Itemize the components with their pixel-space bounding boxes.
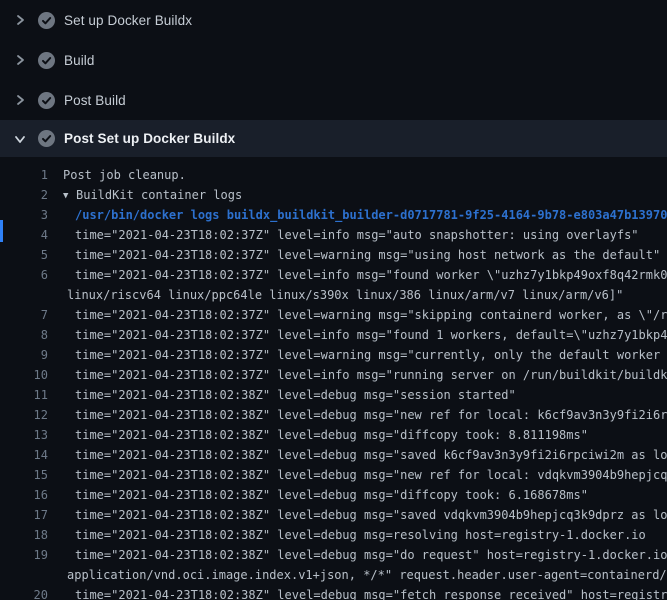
step-row[interactable]: Post Build <box>0 80 667 120</box>
line-text: time="2021-04-23T18:02:37Z" level=warnin… <box>48 345 667 365</box>
log-line: 19 time="2021-04-23T18:02:38Z" level=deb… <box>0 545 667 565</box>
line-text: time="2021-04-23T18:02:38Z" level=debug … <box>48 385 516 405</box>
line-number[interactable]: 10 <box>0 365 48 385</box>
line-number[interactable]: 8 <box>0 325 48 345</box>
check-circle-icon <box>38 130 55 147</box>
log-line: 10 time="2021-04-23T18:02:37Z" level=inf… <box>0 365 667 385</box>
log-line: 15 time="2021-04-23T18:02:38Z" level=deb… <box>0 465 667 485</box>
step-row[interactable]: Set up Docker Buildx <box>0 0 667 40</box>
log-line: 5 time="2021-04-23T18:02:37Z" level=warn… <box>0 245 667 265</box>
steps-list: Set up Docker Buildx Build Post Build <box>0 0 667 157</box>
line-number[interactable]: 5 <box>0 245 48 265</box>
line-text: ▼BuildKit container logs <box>48 185 242 206</box>
step-row[interactable]: Post Set up Docker Buildx <box>0 120 667 157</box>
chevron-down-icon <box>14 133 26 145</box>
line-text: time="2021-04-23T18:02:37Z" level=info m… <box>48 225 639 245</box>
check-circle-icon <box>38 12 55 29</box>
line-number[interactable]: 2 <box>0 185 48 205</box>
log-line: 13 time="2021-04-23T18:02:38Z" level=deb… <box>0 425 667 445</box>
left-edge-indicator <box>0 220 3 242</box>
line-text: time="2021-04-23T18:02:38Z" level=debug … <box>48 545 667 565</box>
group-label[interactable]: BuildKit container logs <box>76 188 242 202</box>
line-text: time="2021-04-23T18:02:38Z" level=debug … <box>48 445 667 465</box>
line-text: time="2021-04-23T18:02:37Z" level=info m… <box>48 265 667 285</box>
log-line: 18 time="2021-04-23T18:02:38Z" level=deb… <box>0 525 667 545</box>
log-line: 3 /usr/bin/docker logs buildx_buildkit_b… <box>0 205 667 225</box>
line-number[interactable]: 15 <box>0 465 48 485</box>
line-text: time="2021-04-23T18:02:37Z" level=warnin… <box>48 245 660 265</box>
step-title: Post Build <box>64 93 126 108</box>
log-line: application/vnd.oci.image.index.v1+json,… <box>0 565 667 585</box>
line-text: /usr/bin/docker logs buildx_buildkit_bui… <box>48 205 667 225</box>
log-line: 9 time="2021-04-23T18:02:37Z" level=warn… <box>0 345 667 365</box>
group-toggle-icon[interactable]: ▼ <box>63 186 76 206</box>
log-line: 11 time="2021-04-23T18:02:38Z" level=deb… <box>0 385 667 405</box>
log-line: 20 time="2021-04-23T18:02:38Z" level=deb… <box>0 585 667 600</box>
actions-log-viewer: Set up Docker Buildx Build Post Build <box>0 0 667 600</box>
line-number[interactable]: 13 <box>0 425 48 445</box>
log-line: linux/riscv64 linux/ppc64le linux/s390x … <box>0 285 667 305</box>
step-row[interactable]: Build <box>0 40 667 80</box>
chevron-right-icon <box>14 14 26 26</box>
line-number[interactable]: 9 <box>0 345 48 365</box>
line-number[interactable]: 18 <box>0 525 48 545</box>
step-title: Build <box>64 53 95 68</box>
line-number[interactable]: 11 <box>0 385 48 405</box>
log-line: 7 time="2021-04-23T18:02:37Z" level=warn… <box>0 305 667 325</box>
line-text: application/vnd.oci.image.index.v1+json,… <box>48 565 667 585</box>
log-line: 2 ▼BuildKit container logs <box>0 185 667 205</box>
log-line: 17 time="2021-04-23T18:02:38Z" level=deb… <box>0 505 667 525</box>
line-number[interactable]: 7 <box>0 305 48 325</box>
line-text: Post job cleanup. <box>48 165 186 185</box>
line-number[interactable]: 4 <box>0 225 48 245</box>
log-line: 4 time="2021-04-23T18:02:37Z" level=info… <box>0 225 667 245</box>
line-text: time="2021-04-23T18:02:38Z" level=debug … <box>48 405 667 425</box>
line-number[interactable]: 14 <box>0 445 48 465</box>
line-number[interactable]: 1 <box>0 165 48 185</box>
line-number[interactable]: 12 <box>0 405 48 425</box>
line-text: time="2021-04-23T18:02:37Z" level=warnin… <box>48 305 667 325</box>
chevron-right-icon <box>14 94 26 106</box>
log-area: 1 Post job cleanup. 2 ▼BuildKit containe… <box>0 157 667 600</box>
line-text: linux/riscv64 linux/ppc64le linux/s390x … <box>48 285 623 305</box>
line-number[interactable]: 6 <box>0 265 48 285</box>
line-number[interactable]: 16 <box>0 485 48 505</box>
line-number[interactable]: 20 <box>0 585 48 600</box>
line-text: time="2021-04-23T18:02:37Z" level=info m… <box>48 325 667 345</box>
check-circle-icon <box>38 52 55 69</box>
check-circle-icon <box>38 92 55 109</box>
line-text: time="2021-04-23T18:02:38Z" level=debug … <box>48 525 646 545</box>
step-title: Post Set up Docker Buildx <box>64 131 235 146</box>
log-line: 8 time="2021-04-23T18:02:37Z" level=info… <box>0 325 667 345</box>
log-line: 6 time="2021-04-23T18:02:37Z" level=info… <box>0 265 667 285</box>
log-line: 1 Post job cleanup. <box>0 165 667 185</box>
line-number[interactable]: 19 <box>0 545 48 565</box>
line-text: time="2021-04-23T18:02:38Z" level=debug … <box>48 485 588 505</box>
chevron-right-icon <box>14 54 26 66</box>
line-number[interactable]: 3 <box>0 205 48 225</box>
line-text: time="2021-04-23T18:02:37Z" level=info m… <box>48 365 667 385</box>
line-text: time="2021-04-23T18:02:38Z" level=debug … <box>48 585 667 600</box>
log-line: 16 time="2021-04-23T18:02:38Z" level=deb… <box>0 485 667 505</box>
line-number[interactable]: 17 <box>0 505 48 525</box>
line-text: time="2021-04-23T18:02:38Z" level=debug … <box>48 505 667 525</box>
log-line: 12 time="2021-04-23T18:02:38Z" level=deb… <box>0 405 667 425</box>
log-line: 14 time="2021-04-23T18:02:38Z" level=deb… <box>0 445 667 465</box>
line-text: time="2021-04-23T18:02:38Z" level=debug … <box>48 425 588 445</box>
step-title: Set up Docker Buildx <box>64 13 192 28</box>
line-text: time="2021-04-23T18:02:38Z" level=debug … <box>48 465 667 485</box>
